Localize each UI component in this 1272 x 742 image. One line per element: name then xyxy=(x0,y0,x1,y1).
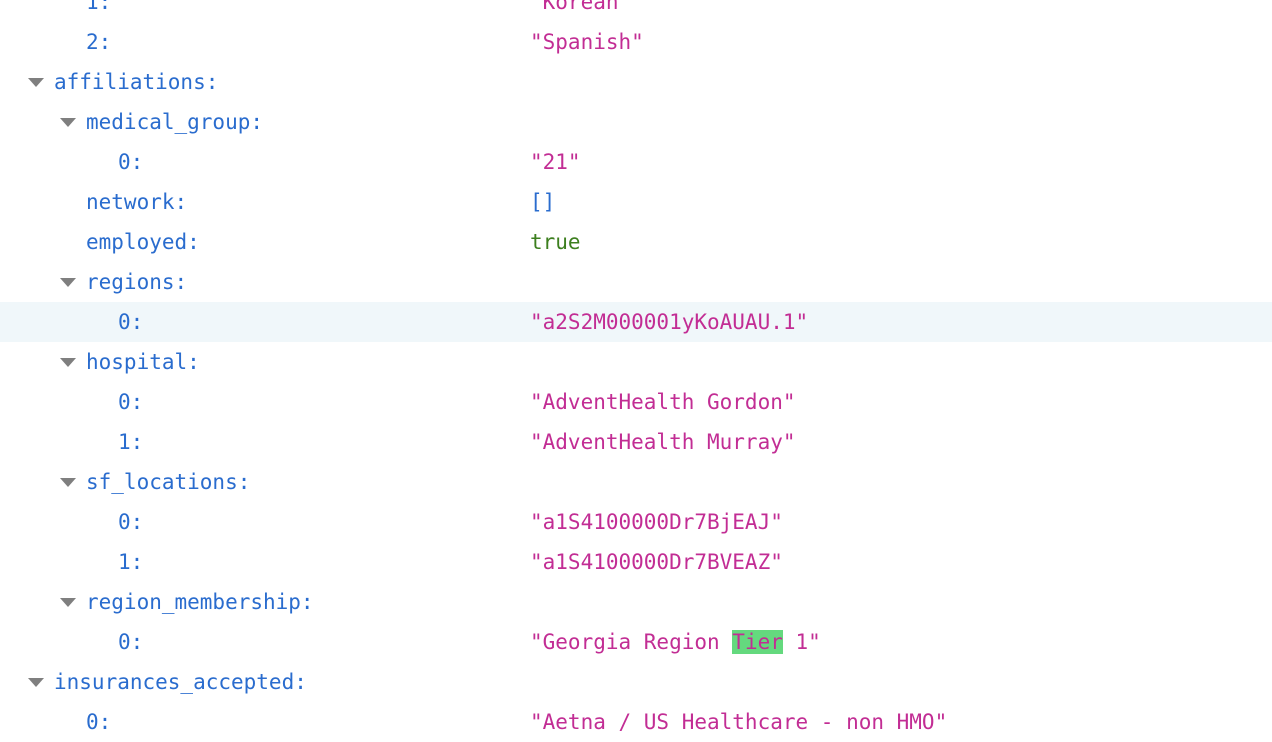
json-string-value: "Spanish" xyxy=(530,30,644,54)
json-key: 1: xyxy=(118,550,144,574)
json-key: insurances_accepted: xyxy=(54,670,307,694)
triangle-down-icon[interactable] xyxy=(60,102,76,142)
json-string-value: "a1S4100000Dr7BVEAZ" xyxy=(530,550,783,574)
triangle-down-icon[interactable] xyxy=(60,582,76,622)
json-key: 1: xyxy=(118,430,144,454)
json-key: 0: xyxy=(86,710,112,734)
json-row-medical-group-0[interactable]: 0: "21" xyxy=(0,142,1272,182)
json-key: 0: xyxy=(118,390,144,414)
json-key: employed: xyxy=(86,230,200,254)
json-viewer: 1: "Korean" 2: "Spanish" affiliations: m… xyxy=(0,0,1272,734)
json-key: 1: xyxy=(86,0,112,14)
value-text: 1" xyxy=(782,630,821,654)
json-row-region-membership-0[interactable]: 0: "Georgia Region Tier 1" xyxy=(0,622,1272,662)
json-row-hospital[interactable]: hospital: xyxy=(0,342,1272,382)
json-key: 2: xyxy=(86,30,112,54)
json-key: region_membership: xyxy=(86,590,314,614)
json-row-sf-locations-1[interactable]: 1: "a1S4100000Dr7BVEAZ" xyxy=(0,542,1272,582)
json-row-languages-1[interactable]: 1: "Korean" xyxy=(0,0,1272,22)
json-key: 0: xyxy=(118,150,144,174)
json-string-value: "a1S4100000Dr7BjEAJ" xyxy=(530,510,783,534)
json-row-employed[interactable]: employed: true xyxy=(0,222,1272,262)
json-key: 0: xyxy=(118,630,144,654)
json-row-insurances-accepted-0[interactable]: 0: "Aetna / US Healthcare - non HMO" xyxy=(0,702,1272,742)
json-array-value: [] xyxy=(530,190,556,214)
json-string-value: "a2S2M000001yKoAUAU.1" xyxy=(530,310,809,334)
json-row-network[interactable]: network: [] xyxy=(0,182,1272,222)
json-row-regions[interactable]: regions: xyxy=(0,262,1272,302)
json-key: 0: xyxy=(118,310,144,334)
json-row-sf-locations[interactable]: sf_locations: xyxy=(0,462,1272,502)
search-match-highlight: Tier xyxy=(732,630,783,654)
json-row-sf-locations-0[interactable]: 0: "a1S4100000Dr7BjEAJ" xyxy=(0,502,1272,542)
triangle-down-icon[interactable] xyxy=(60,342,76,382)
value-text: "Georgia Region xyxy=(530,630,733,654)
json-string-value: "Korean" xyxy=(530,0,632,14)
json-row-affiliations[interactable]: affiliations: xyxy=(0,62,1272,102)
json-key: 0: xyxy=(118,510,144,534)
json-string-value: "AdventHealth Gordon" xyxy=(530,390,796,414)
json-string-value: "AdventHealth Murray" xyxy=(530,430,796,454)
json-key: affiliations: xyxy=(54,70,219,94)
json-string-value: "Georgia Region Tier 1" xyxy=(530,622,821,662)
json-string-value: "Aetna / US Healthcare - non HMO" xyxy=(530,710,948,734)
triangle-down-icon[interactable] xyxy=(28,62,44,102)
triangle-down-icon[interactable] xyxy=(60,262,76,302)
json-key: medical_group: xyxy=(86,110,264,134)
json-row-region-membership[interactable]: region_membership: xyxy=(0,582,1272,622)
json-key: sf_locations: xyxy=(86,470,251,494)
json-key: network: xyxy=(86,190,188,214)
json-row-languages-2[interactable]: 2: "Spanish" xyxy=(0,22,1272,62)
json-row-insurances-accepted[interactable]: insurances_accepted: xyxy=(0,662,1272,702)
json-key: regions: xyxy=(86,270,188,294)
json-string-value: "21" xyxy=(530,150,581,174)
json-boolean-value: true xyxy=(530,230,581,254)
json-row-medical-group[interactable]: medical_group: xyxy=(0,102,1272,142)
triangle-down-icon[interactable] xyxy=(60,462,76,502)
triangle-down-icon[interactable] xyxy=(28,662,44,702)
json-key: hospital: xyxy=(86,350,200,374)
json-row-hospital-0[interactable]: 0: "AdventHealth Gordon" xyxy=(0,382,1272,422)
json-row-regions-0[interactable]: 0: "a2S2M000001yKoAUAU.1" xyxy=(0,302,1272,342)
json-row-hospital-1[interactable]: 1: "AdventHealth Murray" xyxy=(0,422,1272,462)
